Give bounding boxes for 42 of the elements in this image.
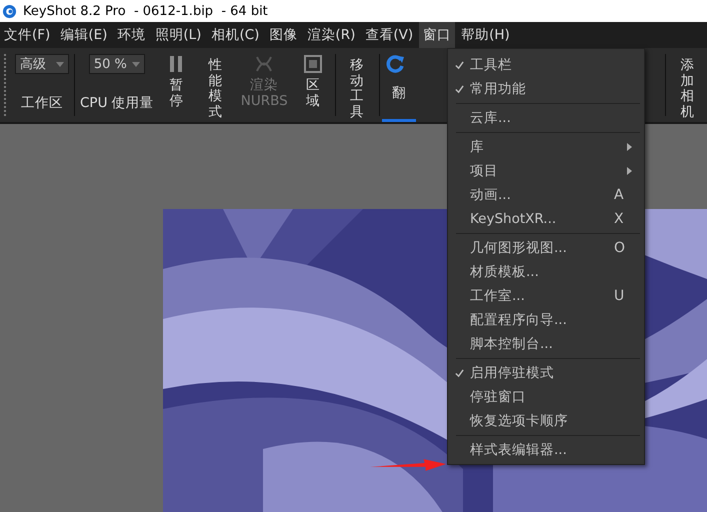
menu-item[interactable]: 渲染(R) (303, 22, 360, 48)
menu-item[interactable]: 文件(F) (0, 22, 54, 48)
toolbar-tool[interactable]: 区域 (294, 48, 333, 122)
toolbar-tool[interactable]: 性能模式 (196, 48, 235, 122)
menu-item[interactable]: 帮助(H) (457, 22, 514, 48)
menu-item[interactable]: 窗口 (419, 22, 456, 48)
menu-option[interactable]: 停驻窗口 (448, 385, 644, 409)
workspace-label: 工作区 (21, 94, 63, 112)
menu-item[interactable]: 相机(C) (207, 22, 264, 48)
menu-option[interactable]: 几何图形视图... O (448, 236, 644, 260)
region-icon (303, 54, 324, 74)
menu-item[interactable]: 查看(V) (361, 22, 418, 48)
menu-item[interactable]: 照明(L) (151, 22, 206, 48)
menu-option[interactable]: 云库... (448, 106, 644, 130)
rotate-icon (386, 54, 406, 74)
toolbar-tool[interactable]: 移动工具 (338, 48, 377, 122)
menu-option[interactable]: 脚本控制台... (448, 332, 644, 356)
cpu-usage-dropdown[interactable]: 50 % (88, 54, 145, 74)
menu-item[interactable]: 图像 (265, 22, 302, 48)
menu-option[interactable]: 恢复选项卡顺序 (448, 409, 644, 433)
menu-option[interactable]: 常用功能 (448, 77, 644, 101)
menu-option[interactable]: KeyShotXR... X (448, 207, 644, 231)
toolbar-tool[interactable]: 翻 (382, 48, 416, 122)
menu-option[interactable]: 样式表编辑器... (448, 438, 644, 462)
menu-option[interactable]: 启用停驻模式 (448, 361, 644, 385)
menu-option[interactable]: 动画... A (448, 183, 644, 207)
menu-item[interactable]: 编辑(E) (56, 22, 112, 48)
toolbar-tool[interactable]: 暂停 (156, 48, 196, 122)
add-camera-button[interactable]: 添加相机 (668, 48, 707, 122)
menu-option[interactable]: 工具栏 (448, 53, 644, 77)
caret-icon (132, 62, 140, 66)
window-title: KeyShot 8.2 Pro - 0612-1.bip - 64 bit (23, 4, 268, 18)
menu-option[interactable]: 库 (448, 135, 644, 159)
menu-option[interactable]: 配置程序向导... (448, 308, 644, 332)
curve-icon (254, 54, 274, 74)
cpu-usage-label: CPU 使用量 (80, 94, 154, 112)
caret-icon (56, 62, 64, 66)
menu-option[interactable]: 项目 (448, 159, 644, 183)
menu-option[interactable]: 材质模板... (448, 260, 644, 284)
menu-item[interactable]: 环境 (113, 22, 150, 48)
workspace-dropdown[interactable]: 高级 (15, 54, 69, 74)
menu-option[interactable]: 工作室... U (448, 284, 644, 308)
